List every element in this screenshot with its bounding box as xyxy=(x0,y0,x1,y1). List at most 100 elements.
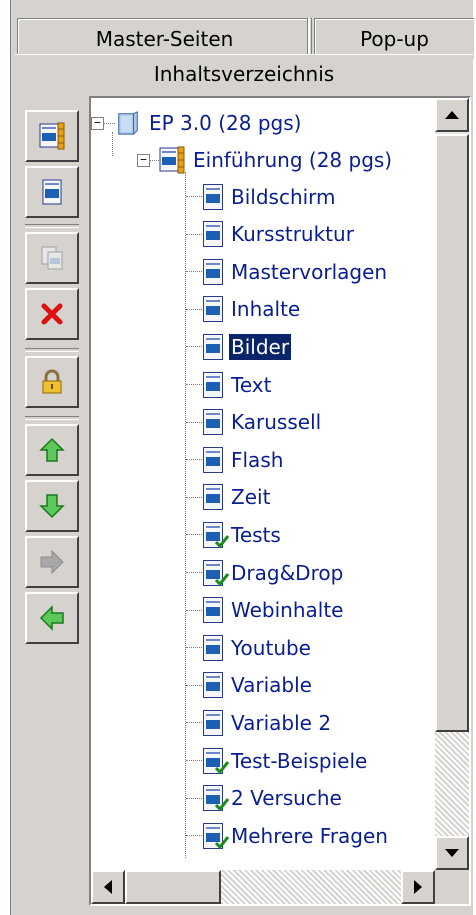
tree-node-label: Kursstruktur xyxy=(231,222,354,247)
tree-node-page[interactable]: Flash xyxy=(203,441,285,478)
indent-right-button[interactable] xyxy=(25,536,79,588)
tree-node-page[interactable]: Variable 2 xyxy=(203,704,333,741)
add-chapter-button[interactable] xyxy=(25,110,79,162)
outdent-left-icon xyxy=(39,605,64,631)
toc-panel: Master-Seiten Pop-up Inhaltsverzeichnis xyxy=(10,0,474,915)
horizontal-scroll-thumb[interactable] xyxy=(125,870,221,904)
scroll-down-button[interactable] xyxy=(435,836,469,870)
arrow-down-icon xyxy=(445,849,459,857)
add-chapter-icon xyxy=(39,122,65,150)
tree-node-page[interactable]: Ergebnisse xyxy=(203,855,343,858)
tree-connector xyxy=(186,760,202,761)
lock-button[interactable] xyxy=(25,356,79,408)
delete-icon xyxy=(41,303,63,325)
delete-button[interactable] xyxy=(25,288,79,340)
tree-connector xyxy=(186,609,202,611)
page-icon xyxy=(203,785,229,812)
tree-connector xyxy=(149,160,159,161)
tree-node-page[interactable]: Text xyxy=(203,366,273,403)
arrow-up-icon xyxy=(445,111,459,119)
lock-icon xyxy=(42,369,62,394)
tree-node-label: Zeit xyxy=(231,485,271,510)
tree-node-label: Flash xyxy=(231,447,284,472)
horizontal-scroll-track[interactable] xyxy=(221,870,401,904)
vertical-scroll-thumb[interactable] xyxy=(435,134,469,732)
tree-node-label: Tests xyxy=(231,522,281,547)
tree-node-page[interactable]: Bilder xyxy=(203,328,292,365)
tree-node-root[interactable]: EP 3.0 (28 pgs) xyxy=(115,104,303,141)
tree-node-label: Drag&Drop xyxy=(231,560,344,585)
tree-node-page[interactable]: Youtube xyxy=(203,629,313,666)
page-icon xyxy=(203,521,229,548)
page-icon xyxy=(203,597,223,624)
tree-node-label: Mastervorlagen xyxy=(231,259,388,284)
tree-connector xyxy=(103,123,115,124)
tree-node-page[interactable]: 2 Versuche xyxy=(203,780,344,817)
page-icon xyxy=(203,559,229,586)
tab-toc[interactable]: Inhaltsverzeichnis xyxy=(15,54,473,93)
checkmark-icon xyxy=(215,572,229,586)
tree-connector xyxy=(186,196,202,197)
tab-separator xyxy=(307,18,310,58)
page-icon xyxy=(203,296,223,323)
tree-connector xyxy=(185,172,186,858)
tree-node-label: Text xyxy=(231,372,272,397)
page-icon xyxy=(203,672,223,699)
tree-connector xyxy=(186,572,202,573)
tree-node-page[interactable]: Bildschirm xyxy=(203,178,338,215)
tree-node-label-selected: Bilder xyxy=(229,333,292,360)
vertical-scroll-track[interactable] xyxy=(435,732,469,836)
tab-popup[interactable]: Pop-up xyxy=(314,18,474,59)
toolbar-separator xyxy=(25,224,79,228)
tree-node-label: Bildschirm xyxy=(231,184,336,209)
tree-node-label: Test-Beispiele xyxy=(231,748,368,773)
add-page-button[interactable] xyxy=(25,166,79,218)
tree-node-page[interactable]: Webinhalte xyxy=(203,592,345,629)
page-icon xyxy=(203,183,223,210)
vertical-scrollbar[interactable] xyxy=(435,98,469,870)
tree-connector xyxy=(186,233,202,235)
tree-node-label: EP 3.0 (28 pgs) xyxy=(149,110,302,135)
indent-right-icon xyxy=(40,549,64,575)
tree-node-label: 2 Versuche xyxy=(231,786,342,811)
scroll-right-button[interactable] xyxy=(401,870,435,904)
tree-connector xyxy=(186,459,202,461)
tree-node-page[interactable]: Test-Beispiele xyxy=(203,742,369,779)
move-down-button[interactable] xyxy=(25,480,79,532)
tab-master-pages[interactable]: Master-Seiten xyxy=(17,18,312,59)
tree-node-page[interactable]: Kursstruktur xyxy=(203,216,356,253)
book-icon xyxy=(118,110,138,135)
tree-node-label: Karussell xyxy=(231,410,322,435)
tree-node-chapter[interactable]: Einführung (28 pgs) xyxy=(159,141,394,178)
tree-node-page[interactable]: Variable xyxy=(203,667,314,704)
page-icon xyxy=(203,371,223,398)
tree-node-page[interactable]: Mehrere Fragen xyxy=(203,817,390,854)
page-icon xyxy=(203,333,223,360)
tree-node-page[interactable]: Inhalte xyxy=(203,291,302,328)
tree-connector xyxy=(186,308,202,310)
toolbar-separator xyxy=(25,348,79,352)
tree-node-page[interactable]: Mastervorlagen xyxy=(203,253,389,290)
move-up-button[interactable] xyxy=(25,424,79,476)
arrow-right-icon xyxy=(414,880,422,894)
checkmark-icon xyxy=(215,835,229,849)
tree-connector xyxy=(186,647,202,649)
tree-node-page[interactable]: Zeit xyxy=(203,479,272,516)
tree-node-page[interactable]: Karussell xyxy=(203,404,323,441)
tree-node-page[interactable]: Drag&Drop xyxy=(203,554,345,591)
tree-connector xyxy=(186,271,202,273)
outdent-left-button[interactable] xyxy=(25,592,79,644)
tree-node-label: Mehrere Fragen xyxy=(231,823,388,848)
horizontal-scrollbar[interactable] xyxy=(91,870,435,904)
toc-tree-view[interactable]: − EP 3.0 (28 pgs) − Einführung (28 pgs) … xyxy=(89,96,471,906)
tree-connector xyxy=(186,722,202,724)
tree-connector xyxy=(186,835,202,837)
scroll-left-button[interactable] xyxy=(91,870,125,904)
checkmark-icon xyxy=(215,534,229,548)
tree-connector xyxy=(186,534,202,536)
duplicate-button[interactable] xyxy=(25,232,79,284)
chapter-icon xyxy=(159,146,185,173)
add-page-icon xyxy=(42,179,62,205)
scroll-up-button[interactable] xyxy=(435,98,469,132)
tree-node-page[interactable]: Tests xyxy=(203,516,283,553)
